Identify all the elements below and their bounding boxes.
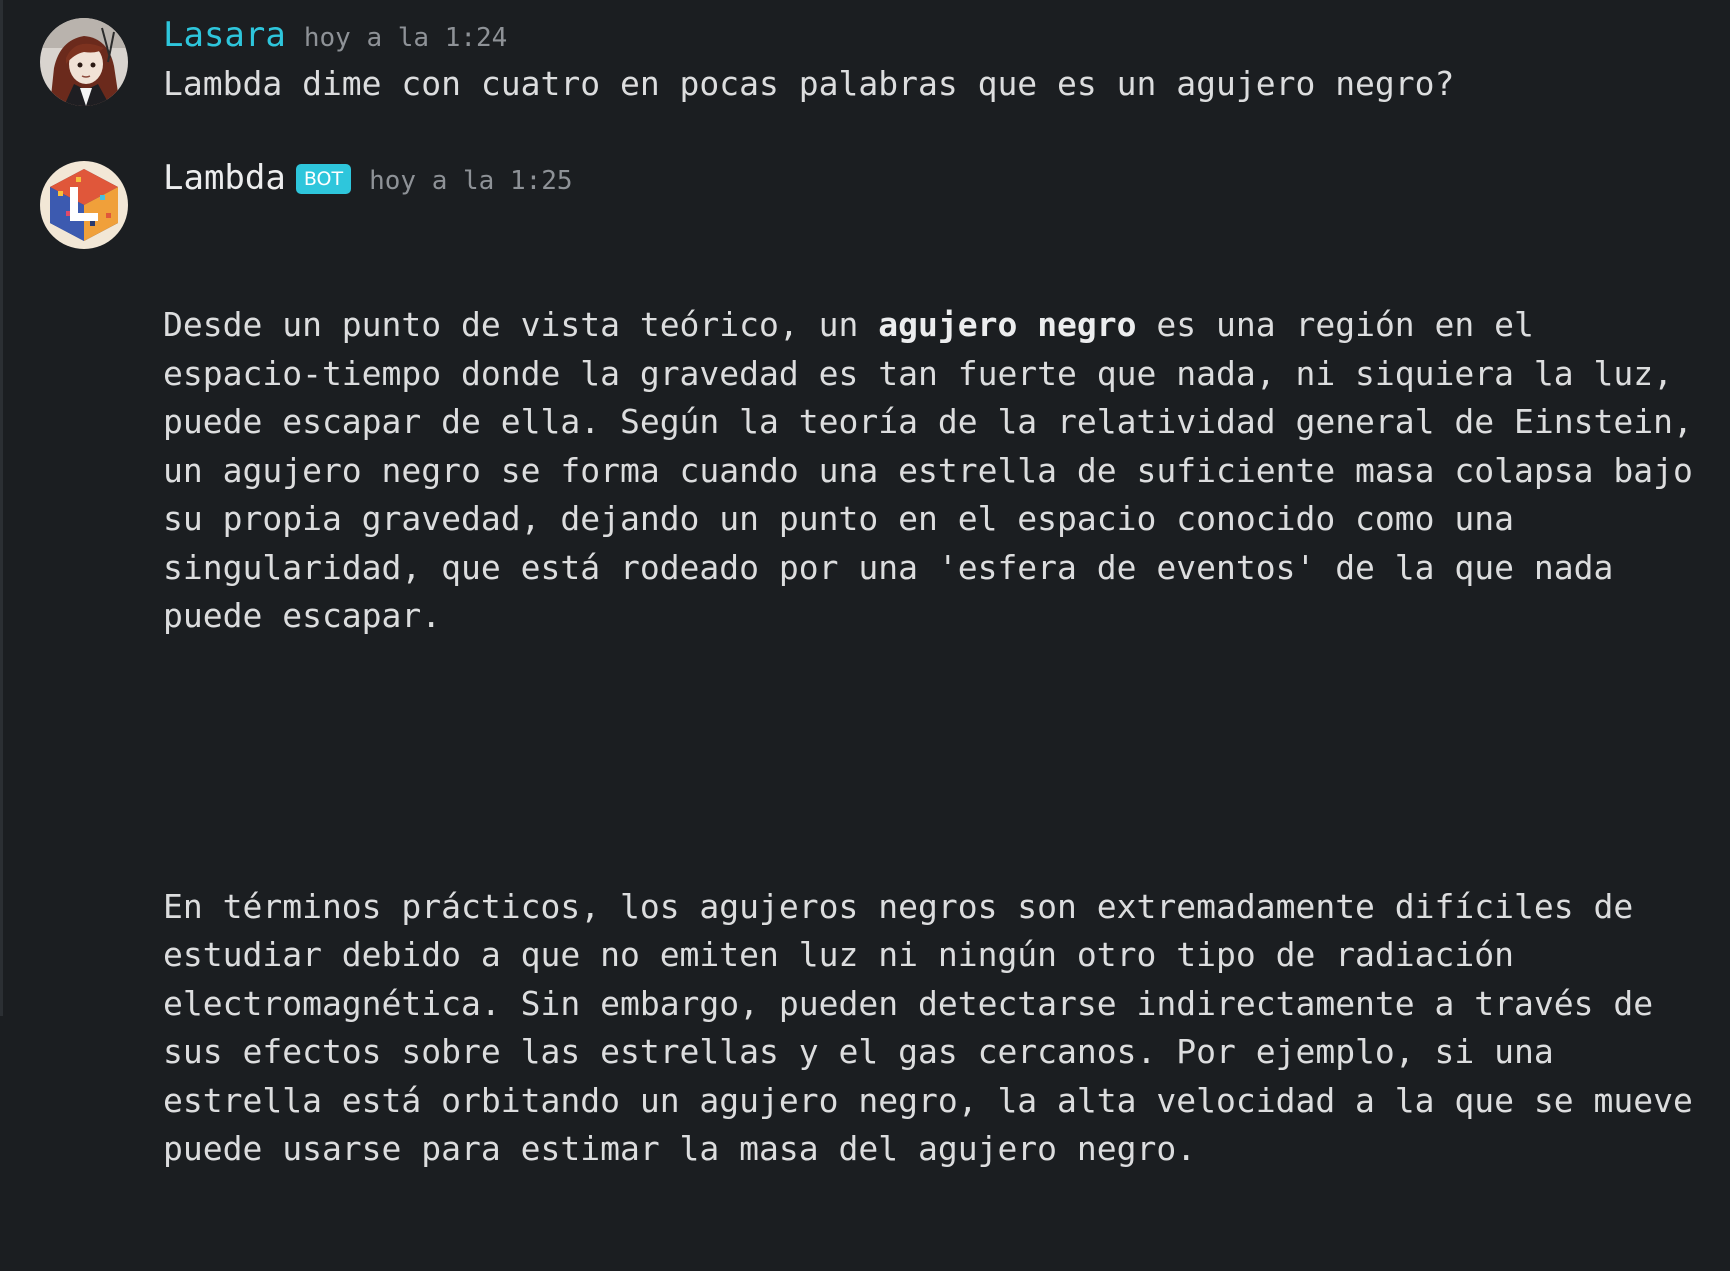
message-timestamp[interactable]: hoy a la 1:24 [304,23,508,53]
chat-edge-divider [0,0,3,1016]
message-paragraph: En términos prácticos, los agujeros negr… [163,886,1713,1169]
author-name[interactable]: Lasara [163,15,286,55]
bot-avatar[interactable] [40,161,128,249]
author-name[interactable]: Lambda [163,158,286,198]
message-text: Lambda dime con cuatro en pocas palabras… [163,64,1455,103]
message-paragraph: Desde un punto de vista teórico, un aguj… [163,301,1708,641]
user-avatar[interactable] [40,18,128,106]
paragraph-lead-text: Desde un punto de vista teórico, un [163,305,879,344]
message-timestamp[interactable]: hoy a la 1:25 [369,166,573,196]
message-header: Lambda BOT hoy a la 1:25 [163,158,573,198]
message-header: Lasara hoy a la 1:24 [163,15,507,55]
bold-term: agujero negro [878,305,1137,344]
paragraph-rest-text: es una región en el espacio-tiempo donde… [163,305,1713,635]
message-text: Desde un punto de vista teórico, un aguj… [163,204,1708,1271]
user-avatar-illustration-icon [40,18,128,106]
lambda-bot-logo-icon [40,161,128,249]
bot-badge: BOT [295,164,352,194]
